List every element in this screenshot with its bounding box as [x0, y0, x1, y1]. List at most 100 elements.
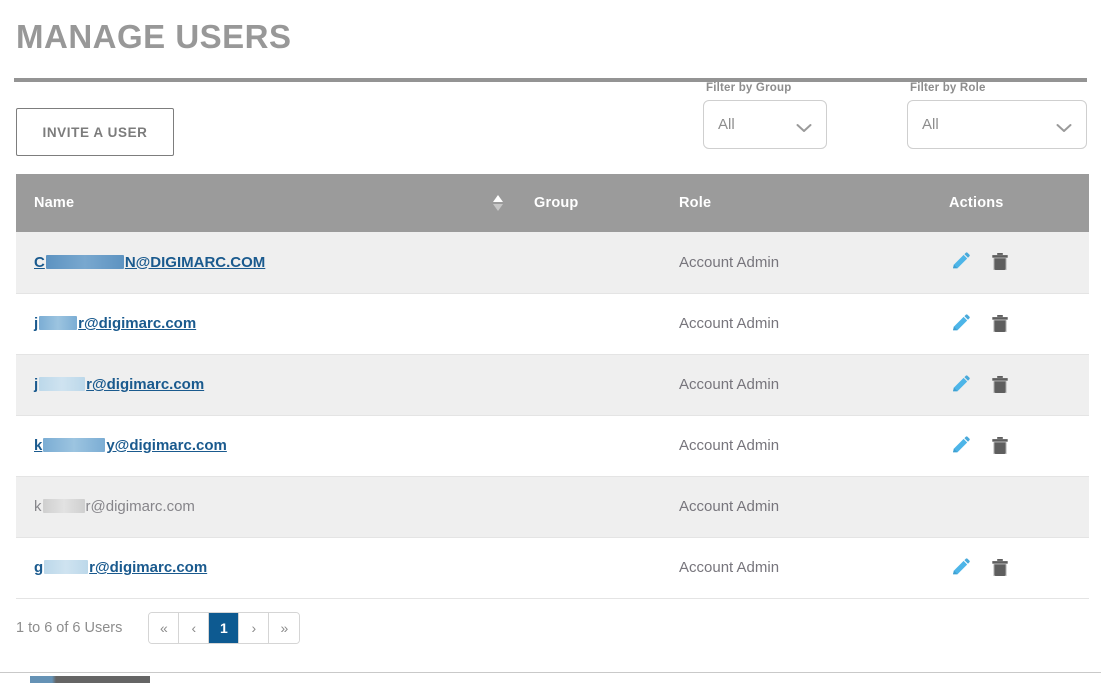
toolbar: INVITE A USER Filter by Group All Filter…: [14, 82, 1087, 174]
cell-name: g r@digimarc.com: [16, 537, 516, 599]
column-header-group[interactable]: Group: [516, 174, 661, 232]
table-header-row: Name Group Role Actions: [16, 174, 1089, 232]
filter-by-group-label: Filter by Group: [706, 82, 792, 94]
edit-icon[interactable]: [949, 435, 971, 457]
cell-actions: [931, 476, 1089, 538]
redaction-block: [44, 560, 89, 575]
cell-role: Account Admin: [661, 354, 931, 416]
table-footer: 1 to 6 of 6 Users « ‹ 1 › »: [16, 599, 1087, 657]
sort-arrows-icon[interactable]: [492, 193, 504, 213]
cell-role: Account Admin: [661, 293, 931, 355]
filter-controls: Filter by Group All Filter by Role All: [703, 82, 1087, 149]
pagination: « ‹ 1 › »: [148, 611, 301, 644]
cell-actions: [931, 232, 1089, 294]
table-row: j r@digimarc.com Account Admin: [16, 293, 1089, 355]
cell-role: Account Admin: [661, 232, 931, 294]
cell-role: Account Admin: [661, 537, 931, 599]
edit-icon[interactable]: [949, 313, 971, 335]
action-icon-group: [949, 313, 1089, 335]
redaction-block: [45, 254, 124, 269]
cell-group: [516, 354, 661, 416]
user-email-suffix: r@digimarc.com: [78, 315, 197, 332]
filter-by-group: Filter by Group All: [703, 82, 883, 149]
delete-icon[interactable]: [989, 557, 1011, 579]
column-header-role[interactable]: Role: [661, 174, 931, 232]
edit-icon[interactable]: [949, 251, 971, 273]
user-email-prefix: j: [34, 315, 39, 332]
cell-actions: [931, 415, 1089, 477]
chevron-down-icon: [796, 120, 812, 132]
cell-name: C N@DIGIMARC.COM: [16, 232, 516, 294]
user-email-suffix: r@digimarc.com: [86, 376, 205, 393]
redaction-block: [42, 499, 85, 514]
user-email-link[interactable]: j r@digimarc.com: [34, 376, 204, 393]
cut-off-footer-content: [30, 676, 150, 683]
invite-a-user-button[interactable]: INVITE A USER: [16, 108, 174, 156]
cell-group: [516, 537, 661, 599]
delete-icon[interactable]: [989, 435, 1011, 457]
filter-by-group-select[interactable]: All: [703, 100, 827, 149]
cell-name: k r@digimarc.com: [16, 476, 516, 538]
user-email-suffix: r@digimarc.com: [89, 559, 208, 576]
users-table-head: Name Group Role Actions: [16, 174, 1089, 232]
pagination-first[interactable]: «: [149, 612, 180, 643]
cut-off-footer: [0, 672, 1101, 683]
manage-users-page: MANAGE USERS INVITE A USER Filter by Gro…: [0, 0, 1101, 683]
table-row: k r@digimarc.com Account Admin: [16, 476, 1089, 538]
cell-actions: [931, 354, 1089, 416]
user-email-suffix: N@DIGIMARC.COM: [124, 253, 266, 271]
user-email-prefix: j: [34, 376, 39, 393]
page-title: MANAGE USERS: [16, 18, 292, 55]
column-header-actions: Actions: [931, 174, 1089, 232]
user-email-prefix: g: [34, 559, 44, 576]
cell-name: k y@digimarc.com: [16, 415, 516, 477]
filter-by-role-value: All: [922, 116, 939, 133]
cell-group: [516, 293, 661, 355]
column-header-name[interactable]: Name: [16, 174, 516, 232]
results-count: 1 to 6 of 6 Users: [16, 619, 123, 636]
action-icon-group: [949, 435, 1089, 457]
user-email-link[interactable]: g r@digimarc.com: [34, 559, 207, 576]
user-email-prefix: C: [34, 253, 45, 271]
filter-by-role-label: Filter by Role: [910, 82, 986, 94]
redaction-block: [39, 377, 86, 392]
action-icon-group: [949, 557, 1089, 579]
pagination-last[interactable]: »: [269, 612, 300, 643]
action-icon-group: [949, 374, 1089, 396]
redaction-block: [43, 438, 106, 453]
delete-icon[interactable]: [989, 374, 1011, 396]
user-email-suffix: r@digimarc.com: [85, 498, 195, 515]
users-table-body: C N@DIGIMARC.COM Account Admin j r@digimarc.…: [16, 232, 1089, 599]
table-row: g r@digimarc.com Account Admin: [16, 537, 1089, 599]
delete-icon[interactable]: [989, 313, 1011, 335]
cell-group: [516, 476, 661, 538]
user-email-link[interactable]: C N@DIGIMARC.COM: [34, 254, 265, 271]
cell-role: Account Admin: [661, 476, 931, 538]
cell-group: [516, 415, 661, 477]
edit-icon[interactable]: [949, 374, 971, 396]
filter-by-role-select[interactable]: All: [907, 100, 1087, 149]
user-email-suffix: y@digimarc.com: [106, 437, 227, 454]
user-email-link[interactable]: j r@digimarc.com: [34, 315, 196, 332]
cell-group: [516, 232, 661, 294]
users-table: Name Group Role Actions C N@DIGIMARC.COM A…: [16, 174, 1089, 599]
redaction-block: [39, 316, 78, 331]
table-row: j r@digimarc.com Account Admin: [16, 354, 1089, 416]
filter-by-group-value: All: [718, 116, 735, 133]
cell-name: j r@digimarc.com: [16, 293, 516, 355]
user-email-link[interactable]: k y@digimarc.com: [34, 437, 227, 454]
delete-icon[interactable]: [989, 251, 1011, 273]
cell-actions: [931, 537, 1089, 599]
user-email-text: k r@digimarc.com: [34, 498, 195, 515]
pagination-page-1[interactable]: 1: [209, 612, 240, 643]
pagination-prev[interactable]: ‹: [179, 612, 210, 643]
user-email-prefix: k: [34, 437, 43, 454]
pagination-next[interactable]: ›: [239, 612, 270, 643]
cell-role: Account Admin: [661, 415, 931, 477]
chevron-down-icon: [1056, 120, 1072, 132]
column-header-name-label: Name: [34, 195, 75, 211]
cell-actions: [931, 293, 1089, 355]
user-email-prefix: k: [34, 498, 42, 515]
edit-icon[interactable]: [949, 557, 971, 579]
table-row: C N@DIGIMARC.COM Account Admin: [16, 232, 1089, 294]
